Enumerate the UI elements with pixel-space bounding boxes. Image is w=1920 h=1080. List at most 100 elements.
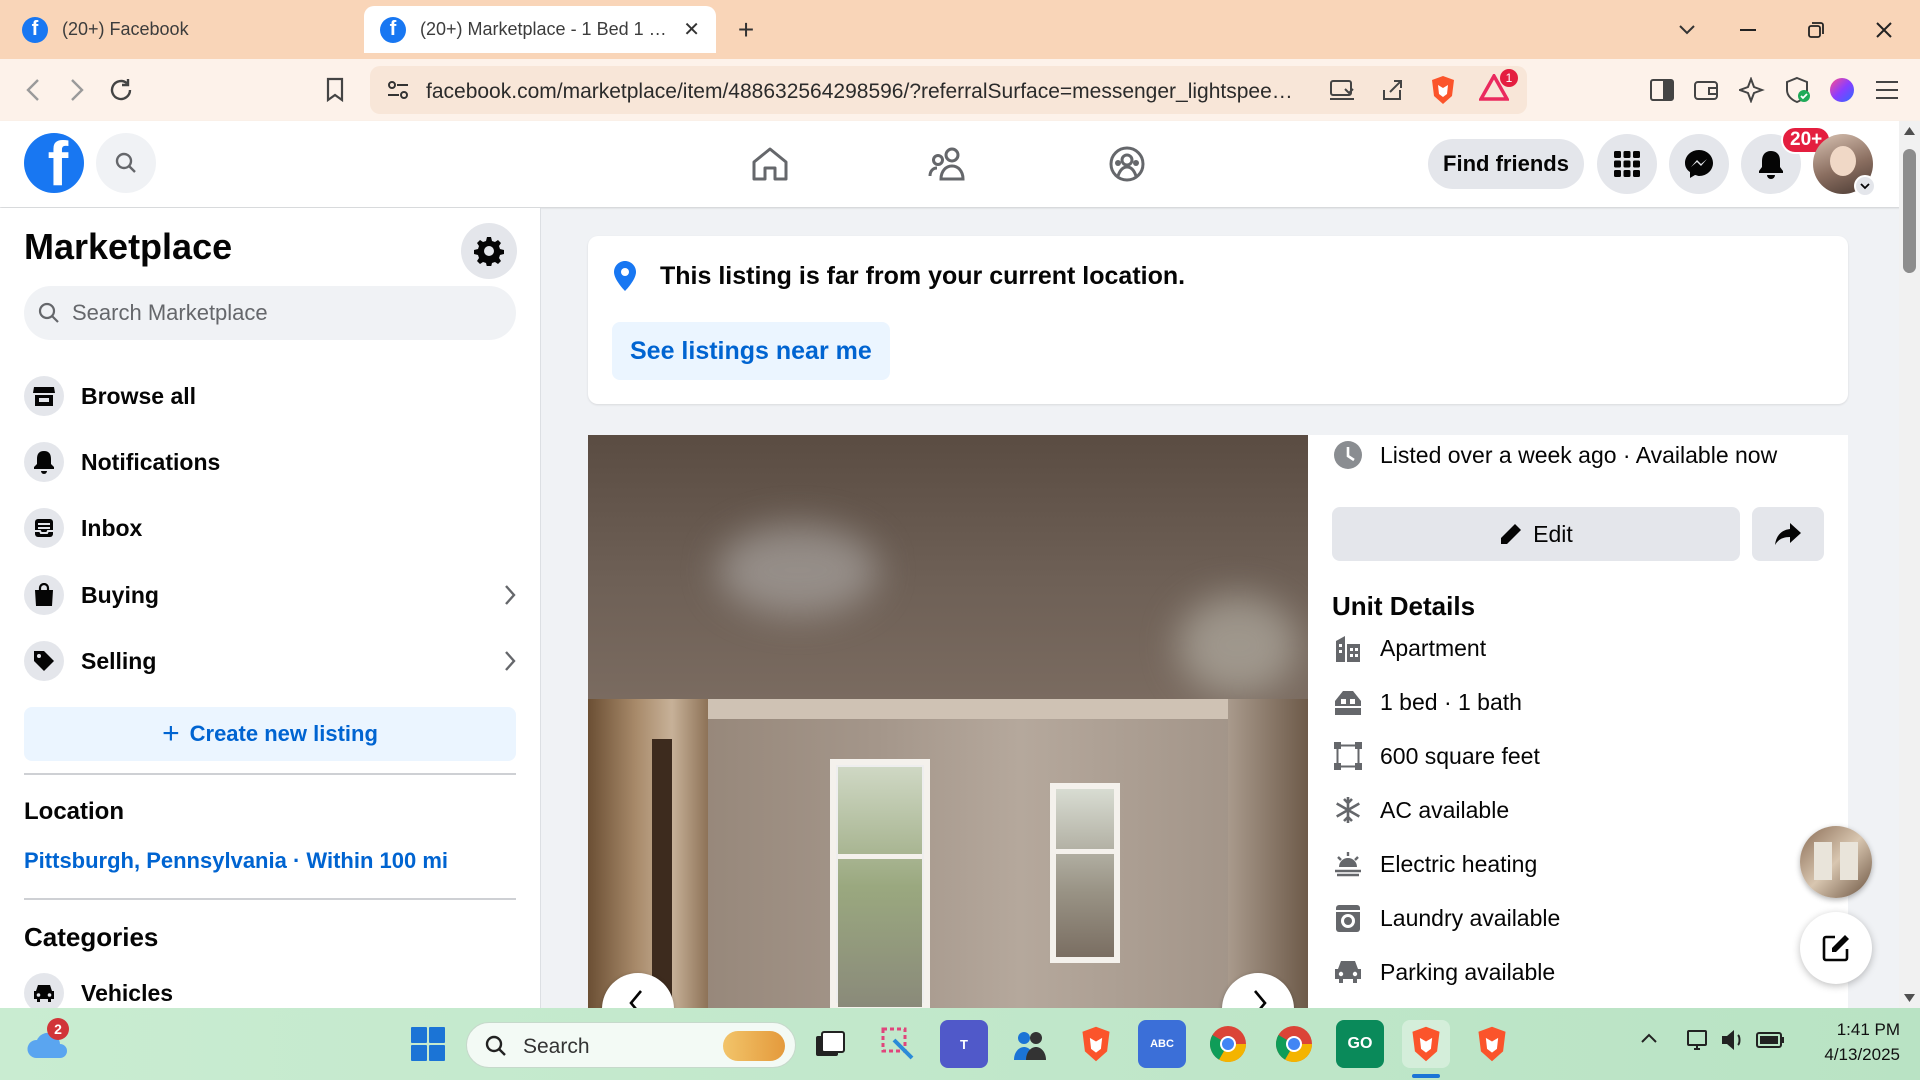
messenger-button[interactable] — [1669, 134, 1729, 194]
brave-shields-icon[interactable] — [1424, 71, 1462, 109]
chevron-left-icon — [629, 990, 642, 1008]
groups-nav-button[interactable] — [1087, 141, 1167, 187]
vpn-icon[interactable] — [1779, 71, 1817, 109]
wallet-icon[interactable] — [1687, 71, 1725, 109]
address-bar[interactable]: facebook.com/marketplace/item/4886325642… — [370, 66, 1527, 114]
storefront-icon — [24, 376, 64, 416]
microsoft-teams-icon[interactable]: T — [940, 1020, 988, 1068]
find-friends-button[interactable]: Find friends — [1428, 139, 1584, 189]
price-tag-icon — [24, 641, 64, 681]
marketplace-settings-button[interactable] — [461, 223, 517, 279]
rewards-badge: 1 — [1500, 69, 1518, 87]
account-chevron-icon[interactable] — [1854, 175, 1876, 197]
listing-photo-viewer[interactable] — [588, 435, 1308, 1008]
profile-extension-icon[interactable] — [1823, 71, 1861, 109]
facebook-logo-icon[interactable]: f — [24, 133, 84, 193]
sidebar-toggle-icon[interactable] — [1643, 71, 1681, 109]
battery-icon[interactable] — [1756, 1030, 1786, 1050]
chrome-profile-icon[interactable] — [1270, 1020, 1318, 1068]
facebook-search-button[interactable] — [96, 133, 156, 193]
facebook-top-bar: f Find friends 20+ — [0, 121, 1920, 207]
new-tab-button[interactable]: + — [728, 12, 764, 48]
url-text[interactable]: facebook.com/marketplace/item/4886325642… — [426, 80, 1301, 104]
taskbar-time[interactable]: 1:41 PM — [1800, 1020, 1900, 1040]
snowflake-icon — [1332, 794, 1364, 826]
snipping-tool-icon[interactable] — [874, 1020, 922, 1068]
abc-proxy-icon[interactable]: ABC — [1138, 1020, 1186, 1068]
network-icon[interactable] — [1686, 1028, 1712, 1052]
chevron-right-icon — [504, 650, 516, 672]
marketplace-search-input[interactable]: Search Marketplace — [24, 286, 516, 340]
task-view-icon[interactable] — [806, 1020, 854, 1068]
bookmark-icon[interactable] — [318, 73, 352, 107]
search-placeholder: Search Marketplace — [72, 300, 268, 325]
page-scrollbar[interactable] — [1899, 121, 1920, 1008]
sidebar-item-inbox[interactable]: Inbox — [24, 500, 516, 556]
unit-detail-text: Laundry available — [1380, 904, 1561, 931]
home-nav-button[interactable] — [730, 141, 810, 187]
browser-menu-icon[interactable] — [1868, 71, 1906, 109]
location-link[interactable]: Pittsburgh, Pennsylvania · Within 100 mi — [24, 848, 448, 874]
share-icon[interactable] — [1373, 71, 1411, 109]
gologin-icon[interactable]: GO — [1336, 1020, 1384, 1068]
weather-badge: 2 — [47, 1018, 69, 1040]
brave-taskbar-icon[interactable] — [1072, 1020, 1120, 1068]
show-hidden-icons-chevron-icon[interactable] — [1640, 1032, 1658, 1044]
back-button[interactable] — [16, 73, 50, 107]
scroll-down-icon[interactable] — [1904, 994, 1915, 1002]
edit-label: Edit — [1533, 520, 1573, 547]
leo-ai-icon[interactable] — [1733, 71, 1771, 109]
facebook-favicon-icon: f — [22, 16, 48, 43]
heating-icon — [1332, 848, 1364, 880]
minimize-button[interactable] — [1715, 0, 1781, 59]
install-app-icon[interactable] — [1323, 71, 1361, 109]
sidebar-item-notifications[interactable]: Notifications — [24, 434, 516, 490]
share-listing-button[interactable] — [1752, 507, 1824, 561]
sidebar-title: Marketplace — [24, 226, 233, 267]
reload-button[interactable] — [104, 73, 138, 107]
search-highlight-image — [723, 1031, 785, 1061]
grid-icon — [1614, 151, 1640, 177]
sidebar-item-selling[interactable]: Selling — [24, 633, 516, 689]
windows-taskbar: 2 Search T ABC GO 1:41 PM 4/13/2025 — [0, 1008, 1920, 1080]
notice-message: This listing is far from your current lo… — [660, 262, 1186, 290]
taskbar-date[interactable]: 4/13/2025 — [1800, 1045, 1900, 1065]
windows-start-icon[interactable] — [404, 1020, 452, 1068]
car-icon — [1332, 956, 1364, 988]
see-listings-near-me-button[interactable]: See listings near me — [612, 322, 890, 380]
sidebar-item-browse-all[interactable]: Browse all — [24, 368, 516, 424]
edit-listing-button[interactable]: Edit — [1332, 507, 1740, 561]
tab-search-chevron-icon[interactable] — [1654, 0, 1720, 59]
taskbar-search-box[interactable]: Search — [466, 1022, 796, 1068]
sidebar-item-buying[interactable]: Buying — [24, 567, 516, 623]
brave-profile-icon[interactable] — [1468, 1020, 1516, 1068]
close-window-button[interactable] — [1851, 0, 1917, 59]
tab-title: (20+) Marketplace - 1 Bed 1 Ba — [420, 19, 670, 39]
sidebar-item-label: Notifications — [81, 448, 221, 475]
friends-nav-button[interactable] — [908, 141, 988, 187]
listing-details-panel: Listed over a week ago · Available now E… — [1308, 435, 1848, 1008]
unit-detail-row: Parking available — [1332, 952, 1555, 992]
menu-grid-button[interactable] — [1597, 134, 1657, 194]
chat-head-bubble[interactable] — [1800, 826, 1872, 898]
unit-detail-row: Apartment — [1332, 628, 1486, 668]
brave-active-icon[interactable] — [1402, 1020, 1450, 1068]
new-message-button[interactable] — [1800, 912, 1872, 984]
restore-button[interactable] — [1783, 0, 1849, 59]
create-new-listing-button[interactable]: + Create new listing — [24, 707, 516, 761]
chrome-icon[interactable] — [1204, 1020, 1252, 1068]
volume-icon[interactable] — [1720, 1028, 1746, 1052]
browser-tab-marketplace[interactable]: f (20+) Marketplace - 1 Bed 1 Ba ✕ — [364, 6, 716, 53]
people-app-icon[interactable] — [1006, 1020, 1054, 1068]
divider — [24, 773, 516, 775]
site-settings-icon[interactable] — [386, 78, 410, 102]
scrollbar-thumb[interactable] — [1903, 149, 1916, 273]
scroll-up-icon[interactable] — [1904, 127, 1915, 135]
divider — [24, 898, 516, 900]
tab-close-icon[interactable]: ✕ — [669, 17, 700, 42]
photo-blurred-backdrop — [588, 435, 1308, 699]
chevron-right-icon — [504, 584, 516, 606]
forward-button[interactable] — [60, 73, 94, 107]
clock-icon — [1332, 439, 1364, 471]
browser-tab-facebook[interactable]: f (20+) Facebook — [6, 6, 356, 53]
